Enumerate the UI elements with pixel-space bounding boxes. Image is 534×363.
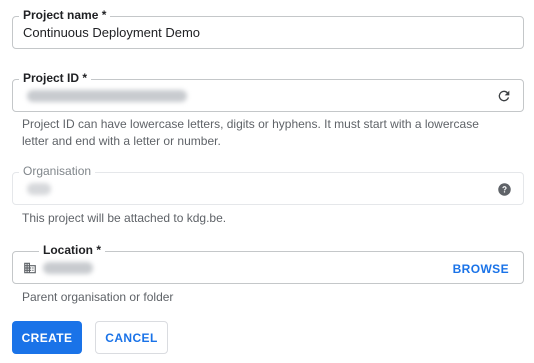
browse-button[interactable]: BROWSE bbox=[453, 261, 509, 277]
organisation-label: Organisation bbox=[19, 163, 96, 179]
cancel-button[interactable]: CANCEL bbox=[95, 321, 168, 354]
project-id-helper-line1: Project ID can have lowercase letters, d… bbox=[22, 117, 479, 131]
project-id-input-obscured[interactable] bbox=[27, 90, 187, 102]
project-id-label: Project ID * bbox=[19, 70, 92, 86]
project-name-label: Project name * bbox=[19, 7, 111, 23]
location-helper: Parent organisation or folder bbox=[22, 290, 174, 304]
create-button[interactable]: CREATE bbox=[12, 321, 82, 354]
refresh-icon[interactable] bbox=[495, 87, 513, 105]
new-project-form: Project name * Continuous Deployment Dem… bbox=[0, 0, 534, 363]
project-id-field[interactable]: Project ID * bbox=[12, 70, 524, 112]
location-value-obscured bbox=[43, 262, 93, 274]
help-icon[interactable] bbox=[495, 180, 513, 198]
location-label: Location * bbox=[39, 242, 106, 258]
organisation-value-obscured bbox=[27, 183, 51, 195]
project-name-field[interactable]: Project name * Continuous Deployment Dem… bbox=[12, 7, 524, 49]
project-name-input[interactable]: Continuous Deployment Demo bbox=[23, 25, 200, 41]
project-id-helper: Project ID can have lowercase letters, d… bbox=[22, 116, 479, 150]
organisation-field: Organisation bbox=[12, 163, 524, 205]
project-id-helper-line2: letter and end with a letter or number. bbox=[22, 134, 221, 148]
building-icon bbox=[23, 261, 37, 275]
organisation-helper: This project will be attached to kdg.be. bbox=[22, 211, 227, 225]
location-field[interactable]: Location * BROWSE bbox=[12, 242, 524, 284]
